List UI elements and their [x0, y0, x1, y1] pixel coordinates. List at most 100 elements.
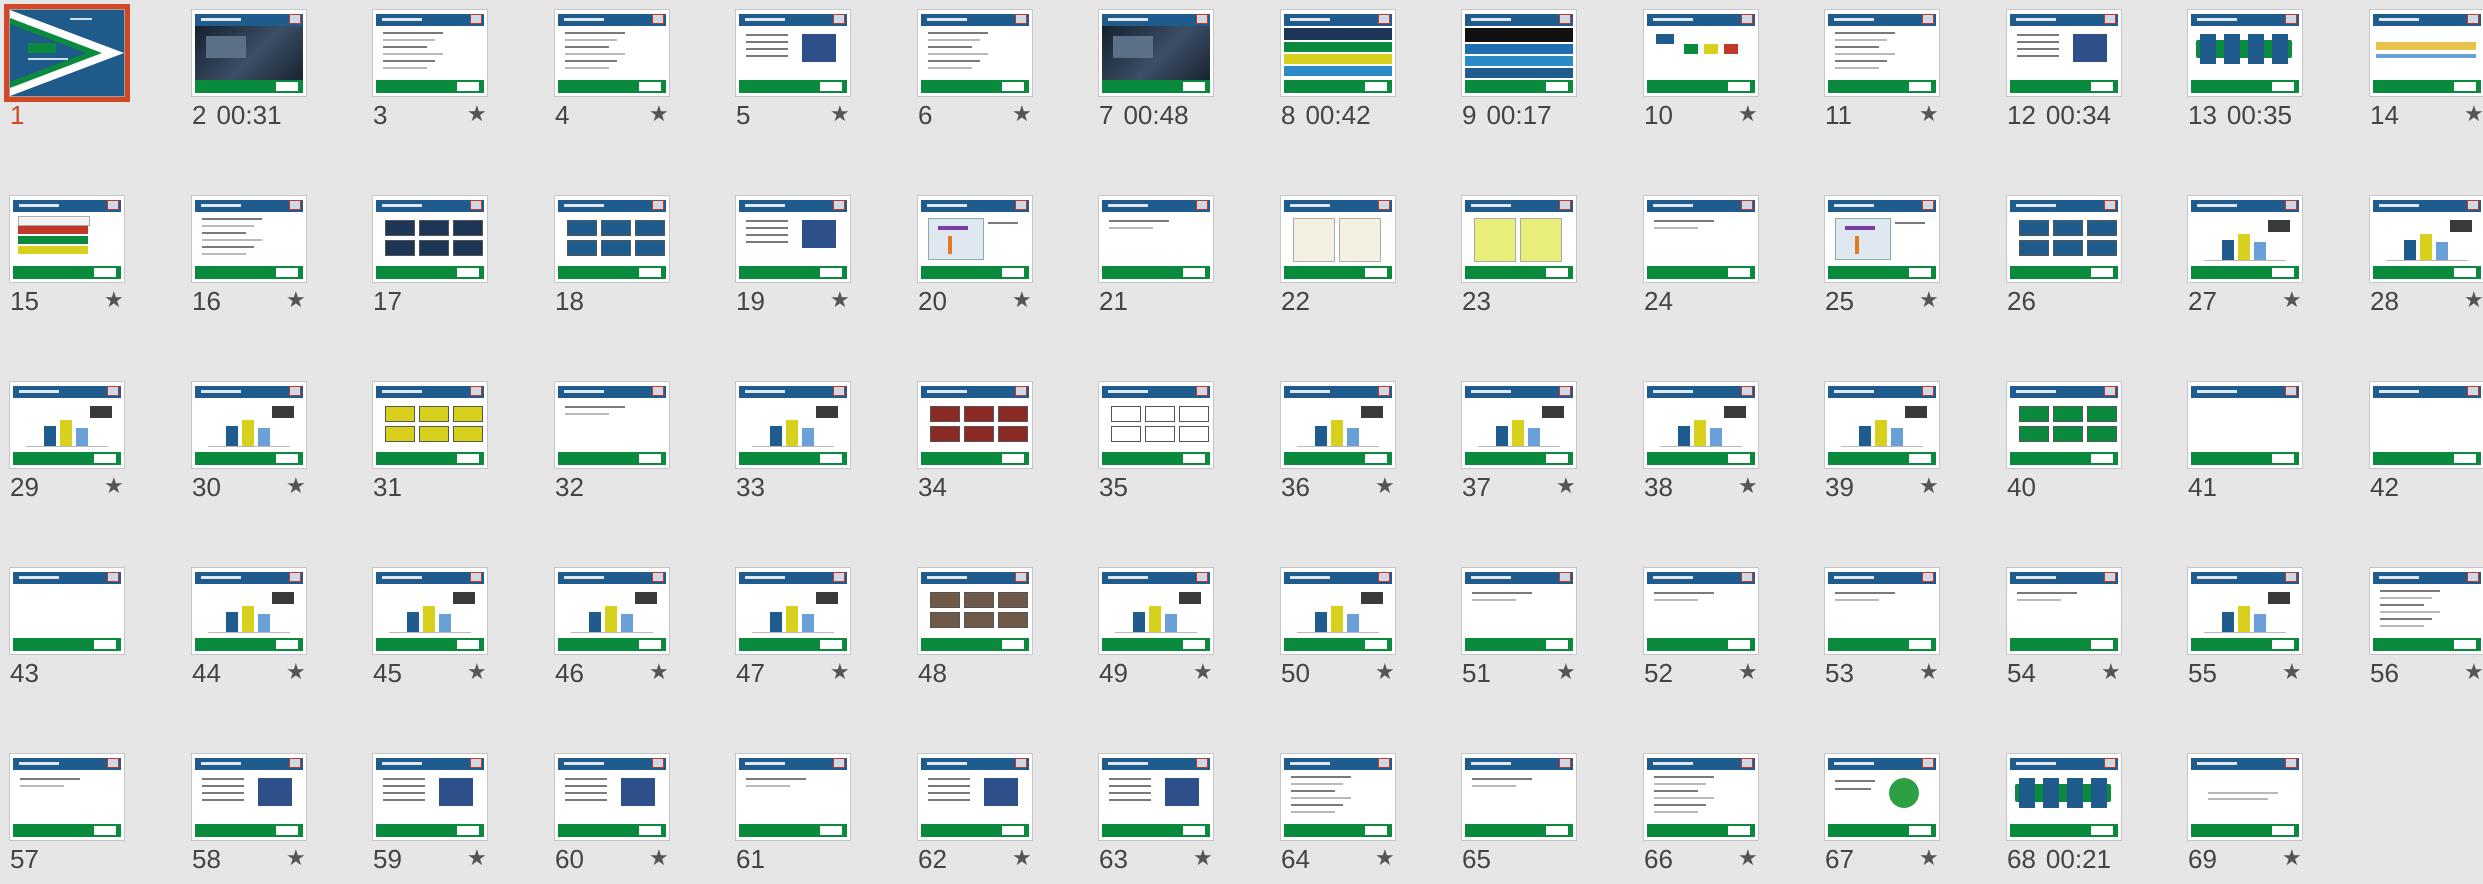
- animation-star-icon[interactable]: ★: [2101, 659, 2121, 685]
- slide-thumbnail-29[interactable]: 29 ★: [0, 372, 170, 512]
- slide-preview[interactable]: [192, 10, 306, 96]
- slide-preview[interactable]: [2007, 10, 2121, 96]
- slide-preview[interactable]: [918, 10, 1032, 96]
- slide-thumbnail-41[interactable]: 41: [2178, 372, 2348, 512]
- slide-preview[interactable]: [10, 196, 124, 282]
- slide-preview[interactable]: [192, 568, 306, 654]
- slide-preview[interactable]: [10, 568, 124, 654]
- slide-thumbnail-2[interactable]: 2 00:31: [182, 0, 352, 140]
- slide-preview[interactable]: [918, 568, 1032, 654]
- animation-star-icon[interactable]: ★: [286, 473, 306, 499]
- slide-thumbnail-18[interactable]: 18: [545, 186, 715, 326]
- slide-preview[interactable]: [736, 10, 850, 96]
- animation-star-icon[interactable]: ★: [1919, 845, 1939, 871]
- slide-thumbnail-60[interactable]: 60 ★: [545, 744, 715, 884]
- animation-star-icon[interactable]: ★: [649, 845, 669, 871]
- animation-star-icon[interactable]: ★: [286, 845, 306, 871]
- slide-preview[interactable]: [373, 382, 487, 468]
- slide-preview[interactable]: [736, 196, 850, 282]
- animation-star-icon[interactable]: ★: [1012, 845, 1032, 871]
- slide-thumbnail-62[interactable]: 62 ★: [908, 744, 1078, 884]
- slide-preview[interactable]: [1462, 10, 1576, 96]
- animation-star-icon[interactable]: ★: [1193, 659, 1213, 685]
- slide-thumbnail-12[interactable]: 12 00:34: [1997, 0, 2167, 140]
- animation-star-icon[interactable]: ★: [1193, 845, 1213, 871]
- slide-preview[interactable]: [1462, 754, 1576, 840]
- slide-thumbnail-66[interactable]: 66 ★: [1634, 744, 1804, 884]
- slide-preview[interactable]: [1099, 568, 1213, 654]
- slide-preview[interactable]: [918, 754, 1032, 840]
- slide-thumbnail-25[interactable]: 25 ★: [1815, 186, 1985, 326]
- slide-thumbnail-9[interactable]: 9 00:17: [1452, 0, 1622, 140]
- slide-thumbnail-14[interactable]: 14 ★: [2360, 0, 2483, 140]
- slide-thumbnail-10[interactable]: 10 ★: [1634, 0, 1804, 140]
- slide-thumbnail-3[interactable]: 3 ★: [363, 0, 533, 140]
- slide-thumbnail-56[interactable]: 56 ★: [2360, 558, 2483, 698]
- slide-preview[interactable]: [555, 754, 669, 840]
- slide-thumbnail-63[interactable]: 63 ★: [1089, 744, 1259, 884]
- animation-star-icon[interactable]: ★: [467, 659, 487, 685]
- slide-preview[interactable]: [1462, 382, 1576, 468]
- slide-preview[interactable]: [736, 754, 850, 840]
- slide-thumbnail-32[interactable]: 32: [545, 372, 715, 512]
- animation-star-icon[interactable]: ★: [830, 101, 850, 127]
- slide-thumbnail-31[interactable]: 31: [363, 372, 533, 512]
- animation-star-icon[interactable]: ★: [1919, 473, 1939, 499]
- slide-preview[interactable]: [1099, 196, 1213, 282]
- animation-star-icon[interactable]: ★: [286, 659, 306, 685]
- animation-star-icon[interactable]: ★: [2464, 659, 2483, 685]
- slide-thumbnail-7[interactable]: 7 00:48: [1089, 0, 1259, 140]
- slide-preview[interactable]: [1644, 382, 1758, 468]
- slide-preview[interactable]: [736, 568, 850, 654]
- animation-star-icon[interactable]: ★: [2464, 287, 2483, 313]
- slide-preview[interactable]: [192, 382, 306, 468]
- slide-preview[interactable]: [1281, 10, 1395, 96]
- slide-preview[interactable]: [2188, 568, 2302, 654]
- slide-thumbnail-33[interactable]: 33: [726, 372, 896, 512]
- slide-preview[interactable]: [10, 382, 124, 468]
- slide-thumbnail-64[interactable]: 64 ★: [1271, 744, 1441, 884]
- slide-preview[interactable]: [918, 382, 1032, 468]
- animation-star-icon[interactable]: ★: [1375, 845, 1395, 871]
- slide-preview[interactable]: [1462, 568, 1576, 654]
- slide-preview[interactable]: [10, 754, 124, 840]
- slide-thumbnail-16[interactable]: 16 ★: [182, 186, 352, 326]
- slide-preview[interactable]: [373, 568, 487, 654]
- slide-thumbnail-49[interactable]: 49 ★: [1089, 558, 1259, 698]
- slide-preview[interactable]: [555, 568, 669, 654]
- slide-preview[interactable]: [2007, 196, 2121, 282]
- slide-thumbnail-54[interactable]: 54 ★: [1997, 558, 2167, 698]
- slide-preview[interactable]: [2188, 10, 2302, 96]
- slide-preview[interactable]: [555, 382, 669, 468]
- animation-star-icon[interactable]: ★: [1919, 287, 1939, 313]
- slide-preview[interactable]: [2370, 382, 2483, 468]
- animation-star-icon[interactable]: ★: [1738, 473, 1758, 499]
- slide-preview[interactable]: [1825, 382, 1939, 468]
- slide-thumbnail-28[interactable]: 28 ★: [2360, 186, 2483, 326]
- slide-thumbnail-57[interactable]: 57: [0, 744, 170, 884]
- slide-thumbnail-21[interactable]: 21: [1089, 186, 1259, 326]
- slide-preview[interactable]: [1644, 754, 1758, 840]
- animation-star-icon[interactable]: ★: [2282, 659, 2302, 685]
- animation-star-icon[interactable]: ★: [286, 287, 306, 313]
- slide-thumbnail-50[interactable]: 50 ★: [1271, 558, 1441, 698]
- slide-thumbnail-65[interactable]: 65: [1452, 744, 1622, 884]
- animation-star-icon[interactable]: ★: [1012, 287, 1032, 313]
- slide-thumbnail-55[interactable]: 55 ★: [2178, 558, 2348, 698]
- slide-thumbnail-4[interactable]: 4 ★: [545, 0, 715, 140]
- slide-preview[interactable]: [1281, 754, 1395, 840]
- slide-thumbnail-1[interactable]: 1: [0, 0, 170, 140]
- slide-thumbnail-40[interactable]: 40: [1997, 372, 2167, 512]
- animation-star-icon[interactable]: ★: [649, 101, 669, 127]
- slide-preview[interactable]: [2188, 382, 2302, 468]
- slide-thumbnail-26[interactable]: 26: [1997, 186, 2167, 326]
- slide-thumbnail-6[interactable]: 6 ★: [908, 0, 1078, 140]
- slide-preview[interactable]: [1099, 754, 1213, 840]
- animation-star-icon[interactable]: ★: [2282, 287, 2302, 313]
- slide-thumbnail-44[interactable]: 44 ★: [182, 558, 352, 698]
- slide-preview[interactable]: [1644, 196, 1758, 282]
- slide-preview[interactable]: [4, 4, 130, 102]
- slide-preview[interactable]: [555, 196, 669, 282]
- slide-thumbnail-47[interactable]: 47 ★: [726, 558, 896, 698]
- animation-star-icon[interactable]: ★: [830, 659, 850, 685]
